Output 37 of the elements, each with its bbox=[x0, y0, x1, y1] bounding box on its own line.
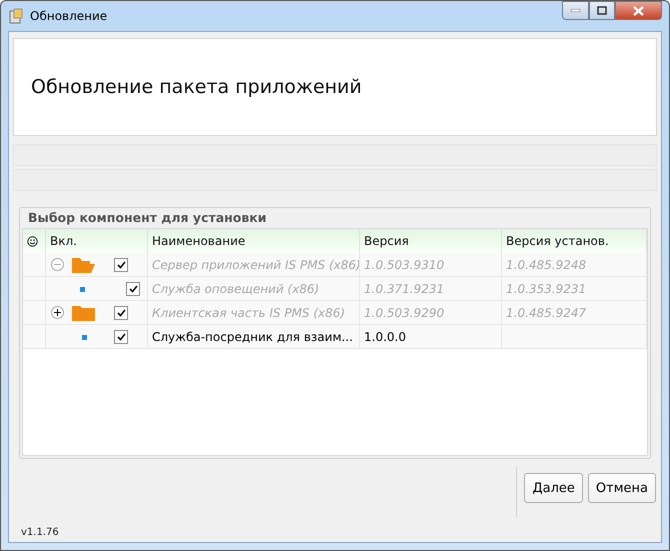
checkbox[interactable] bbox=[114, 330, 128, 344]
window-title: Обновление bbox=[30, 9, 108, 23]
minimize-icon bbox=[571, 9, 580, 12]
version-label: v1.1.76 bbox=[20, 527, 60, 538]
column-header[interactable]: Вкл. bbox=[46, 229, 148, 253]
table-cell: Клиентская часть IS PMS (x86) bbox=[148, 301, 360, 325]
table-cell: 1.0.371.9231 bbox=[360, 277, 502, 301]
table-cell: Служба-посредник для взаим... bbox=[148, 325, 360, 349]
column-header[interactable]: Версия установ. bbox=[502, 229, 647, 253]
next-button[interactable]: Далее bbox=[524, 473, 583, 503]
maximize-icon bbox=[597, 6, 607, 15]
check-icon bbox=[116, 261, 126, 269]
folder-icon bbox=[72, 306, 95, 321]
table-cell: 1.0.485.9247 bbox=[502, 301, 647, 325]
bullet-icon bbox=[80, 287, 85, 292]
smiley-icon bbox=[27, 236, 38, 246]
table-cell: 1.0.485.9248 bbox=[502, 253, 647, 277]
group-title: Выбор компонент для установки bbox=[27, 209, 268, 227]
table-cell: 1.0.0.0 bbox=[360, 325, 502, 349]
folder-icon bbox=[72, 258, 95, 273]
table-cell: 1.0.503.9310 bbox=[360, 253, 502, 277]
table-cell: 1.0.353.9231 bbox=[502, 277, 647, 301]
cancel-button[interactable]: Отмена bbox=[588, 473, 656, 503]
check-icon bbox=[116, 333, 126, 341]
check-icon bbox=[116, 309, 126, 317]
column-header[interactable]: Наименование bbox=[148, 229, 360, 253]
column-header[interactable]: Версия bbox=[360, 229, 502, 253]
table-cell: 1.0.503.9290 bbox=[360, 301, 502, 325]
maximize-button[interactable] bbox=[589, 1, 615, 20]
table-cell: Служба оповещений (x86) bbox=[148, 277, 360, 301]
header-title: Обновление пакета приложений bbox=[31, 76, 362, 98]
close-icon bbox=[633, 6, 644, 16]
app-icon bbox=[8, 8, 24, 24]
bullet-icon bbox=[82, 335, 87, 340]
close-button[interactable] bbox=[615, 1, 662, 20]
minimize-button[interactable] bbox=[562, 1, 589, 20]
check-icon bbox=[128, 285, 138, 293]
